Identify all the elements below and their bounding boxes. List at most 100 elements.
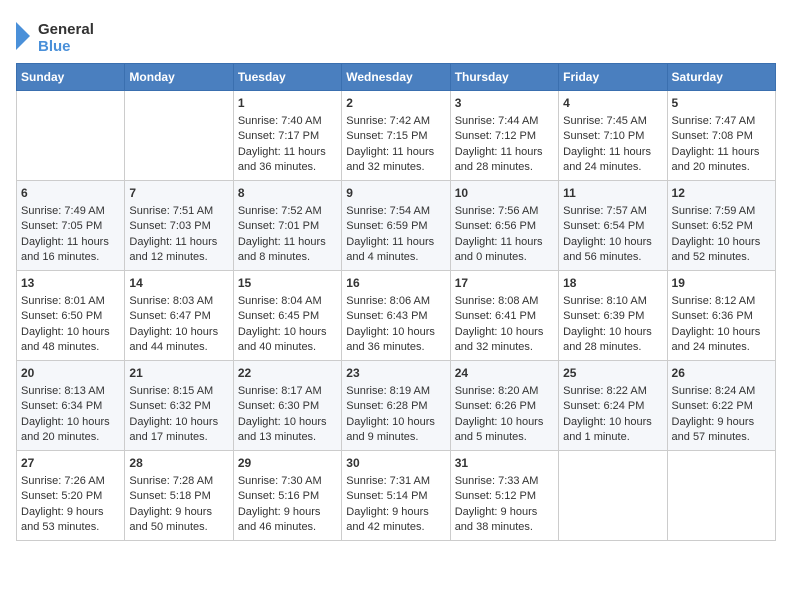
day-number: 1 [238, 95, 337, 112]
day-number: 14 [129, 275, 228, 292]
day-number: 10 [455, 185, 554, 202]
cell-text: Sunset: 6:24 PM [563, 399, 662, 414]
calendar-cell: 29Sunrise: 7:30 AMSunset: 5:16 PMDayligh… [233, 451, 341, 541]
cell-text: Sunset: 5:16 PM [238, 489, 337, 504]
day-number: 24 [455, 365, 554, 382]
day-number: 6 [21, 185, 120, 202]
day-number: 18 [563, 275, 662, 292]
day-number: 26 [672, 365, 771, 382]
day-header-friday: Friday [559, 64, 667, 91]
day-number: 21 [129, 365, 228, 382]
day-number: 2 [346, 95, 445, 112]
cell-text: Sunrise: 8:15 AM [129, 384, 228, 399]
cell-text: Sunrise: 7:33 AM [455, 474, 554, 489]
calendar-cell: 21Sunrise: 8:15 AMSunset: 6:32 PMDayligh… [125, 361, 233, 451]
cell-text: Sunrise: 8:12 AM [672, 294, 771, 309]
day-number: 15 [238, 275, 337, 292]
cell-text: Sunset: 7:01 PM [238, 219, 337, 234]
day-header-monday: Monday [125, 64, 233, 91]
calendar-cell: 1Sunrise: 7:40 AMSunset: 7:17 PMDaylight… [233, 91, 341, 181]
calendar-cell: 4Sunrise: 7:45 AMSunset: 7:10 PMDaylight… [559, 91, 667, 181]
day-header-tuesday: Tuesday [233, 64, 341, 91]
calendar-cell: 26Sunrise: 8:24 AMSunset: 6:22 PMDayligh… [667, 361, 775, 451]
cell-text: Sunset: 6:36 PM [672, 309, 771, 324]
day-number: 16 [346, 275, 445, 292]
cell-text: Sunrise: 8:20 AM [455, 384, 554, 399]
cell-text: Daylight: 9 hours and 57 minutes. [672, 415, 771, 446]
cell-text: Sunset: 5:14 PM [346, 489, 445, 504]
day-header-saturday: Saturday [667, 64, 775, 91]
cell-text: Sunrise: 8:04 AM [238, 294, 337, 309]
day-header-sunday: Sunday [17, 64, 125, 91]
cell-text: Daylight: 11 hours and 12 minutes. [129, 235, 228, 266]
cell-text: Daylight: 11 hours and 28 minutes. [455, 145, 554, 176]
calendar-cell: 23Sunrise: 8:19 AMSunset: 6:28 PMDayligh… [342, 361, 450, 451]
day-number: 17 [455, 275, 554, 292]
cell-text: Daylight: 11 hours and 32 minutes. [346, 145, 445, 176]
cell-text: Sunset: 6:30 PM [238, 399, 337, 414]
calendar-cell: 30 Sunrise: 7:31 AMSunset: 5:14 PMDayligh… [342, 451, 450, 541]
cell-text: Sunrise: 8:01 AM [21, 294, 120, 309]
cell-text: Daylight: 10 hours and 32 minutes. [455, 325, 554, 356]
cell-text: Sunrise: 7:42 AM [346, 114, 445, 129]
cell-text: Sunrise: 8:03 AM [129, 294, 228, 309]
cell-text: Sunrise: 7:52 AM [238, 204, 337, 219]
cell-text: Sunset: 6:41 PM [455, 309, 554, 324]
day-number: 11 [563, 185, 662, 202]
calendar-cell: 3Sunrise: 7:44 AMSunset: 7:12 PMDaylight… [450, 91, 558, 181]
cell-text: Sunset: 6:39 PM [563, 309, 662, 324]
cell-text: Sunset: 6:54 PM [563, 219, 662, 234]
cell-text: Daylight: 11 hours and 20 minutes. [672, 145, 771, 176]
cell-text: Sunrise: 8:19 AM [346, 384, 445, 399]
day-number: 22 [238, 365, 337, 382]
cell-text: Daylight: 9 hours and 53 minutes. [21, 505, 120, 536]
calendar-cell: 9Sunrise: 7:54 AMSunset: 6:59 PMDaylight… [342, 181, 450, 271]
cell-text: Daylight: 11 hours and 4 minutes. [346, 235, 445, 266]
cell-text: Sunrise: 7:31 AM [346, 474, 445, 489]
cell-text: Sunset: 5:12 PM [455, 489, 554, 504]
cell-text: Sunset: 6:50 PM [21, 309, 120, 324]
day-number: 8 [238, 185, 337, 202]
cell-text: Daylight: 10 hours and 52 minutes. [672, 235, 771, 266]
day-number: 19 [672, 275, 771, 292]
day-number: 13 [21, 275, 120, 292]
cell-text: Daylight: 11 hours and 16 minutes. [21, 235, 120, 266]
calendar-cell: 2Sunrise: 7:42 AMSunset: 7:15 PMDaylight… [342, 91, 450, 181]
calendar-cell: 14Sunrise: 8:03 AMSunset: 6:47 PMDayligh… [125, 271, 233, 361]
cell-text: Sunset: 6:28 PM [346, 399, 445, 414]
calendar-cell: 15Sunrise: 8:04 AMSunset: 6:45 PMDayligh… [233, 271, 341, 361]
calendar-cell: 7Sunrise: 7:51 AMSunset: 7:03 PMDaylight… [125, 181, 233, 271]
day-number: 23 [346, 365, 445, 382]
cell-text: Daylight: 10 hours and 44 minutes. [129, 325, 228, 356]
day-number: 7 [129, 185, 228, 202]
cell-text: Sunrise: 8:13 AM [21, 384, 120, 399]
day-number: 12 [672, 185, 771, 202]
calendar-table: SundayMondayTuesdayWednesdayThursdayFrid… [16, 63, 776, 541]
cell-text: Sunrise: 7:30 AM [238, 474, 337, 489]
cell-text: Sunset: 6:34 PM [21, 399, 120, 414]
cell-text: Sunset: 6:22 PM [672, 399, 771, 414]
cell-text: Daylight: 9 hours and 42 minutes. [346, 505, 445, 536]
cell-text: Sunrise: 7:28 AM [129, 474, 228, 489]
cell-text: Sunset: 6:26 PM [455, 399, 554, 414]
cell-text: Daylight: 11 hours and 36 minutes. [238, 145, 337, 176]
cell-text: Daylight: 10 hours and 13 minutes. [238, 415, 337, 446]
cell-text: Daylight: 10 hours and 48 minutes. [21, 325, 120, 356]
cell-text: Sunset: 6:43 PM [346, 309, 445, 324]
cell-text: Daylight: 9 hours and 46 minutes. [238, 505, 337, 536]
calendar-cell: 24Sunrise: 8:20 AMSunset: 6:26 PMDayligh… [450, 361, 558, 451]
calendar-cell: 6Sunrise: 7:49 AMSunset: 7:05 PMDaylight… [17, 181, 125, 271]
cell-text: Sunset: 7:03 PM [129, 219, 228, 234]
day-number: 5 [672, 95, 771, 112]
cell-text: Sunrise: 7:44 AM [455, 114, 554, 129]
cell-text: Sunset: 6:45 PM [238, 309, 337, 324]
cell-text: Daylight: 9 hours and 38 minutes. [455, 505, 554, 536]
day-number: 30 [346, 455, 445, 472]
cell-text: Sunrise: 8:08 AM [455, 294, 554, 309]
cell-text: Sunset: 6:59 PM [346, 219, 445, 234]
calendar-cell: 18Sunrise: 8:10 AMSunset: 6:39 PMDayligh… [559, 271, 667, 361]
week-row-3: 13Sunrise: 8:01 AMSunset: 6:50 PMDayligh… [17, 271, 776, 361]
cell-text: Daylight: 10 hours and 36 minutes. [346, 325, 445, 356]
cell-text: Sunrise: 8:06 AM [346, 294, 445, 309]
day-header-thursday: Thursday [450, 64, 558, 91]
